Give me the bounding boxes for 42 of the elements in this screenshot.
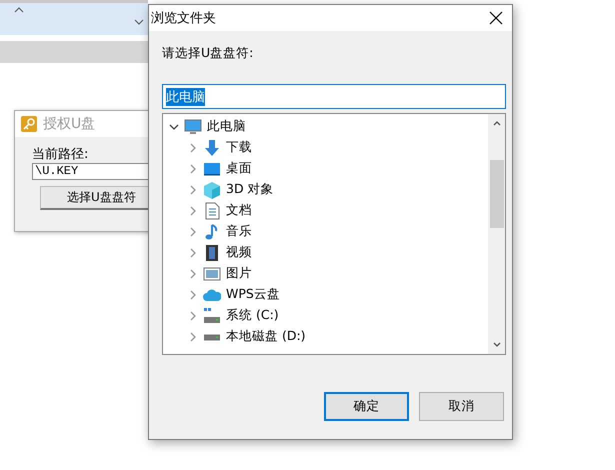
cancel-button[interactable]: 取消: [419, 392, 504, 421]
tree-item[interactable]: 视频: [226, 244, 252, 261]
tree-item[interactable]: 桌面: [226, 160, 252, 177]
chevron-right-icon[interactable]: [188, 142, 198, 152]
cube-icon: [203, 180, 221, 198]
tree-item[interactable]: 本地磁盘 (D:): [226, 328, 306, 345]
chevron-down-icon[interactable]: [134, 18, 144, 26]
tree-item[interactable]: 文档: [226, 202, 252, 219]
tree-item[interactable]: 图片: [226, 265, 252, 282]
folder-field[interactable]: 此电脑: [162, 84, 506, 109]
tree-item[interactable]: 系统 (C:): [226, 307, 279, 324]
ok-button[interactable]: 确定: [324, 392, 409, 421]
chevron-right-icon[interactable]: [188, 164, 198, 174]
down-arrow-icon: [203, 138, 221, 156]
chevron-right-icon[interactable]: [188, 332, 198, 342]
tree-item[interactable]: WPS云盘: [226, 286, 280, 303]
drive-icon: [203, 334, 221, 340]
monitor-icon: [184, 118, 202, 136]
dialog-title: 浏览文件夹: [151, 10, 216, 27]
chevron-right-icon[interactable]: [188, 310, 198, 320]
scrollbar[interactable]: [488, 114, 505, 354]
tree-item[interactable]: 此电脑: [207, 118, 246, 135]
picture-icon: [203, 264, 221, 282]
film-strip-icon: [203, 244, 221, 262]
chevron-right-icon[interactable]: [188, 268, 198, 278]
tree-item[interactable]: 下载: [226, 139, 252, 156]
chevron-right-icon[interactable]: [188, 248, 198, 258]
chevron-right-icon[interactable]: [188, 206, 198, 216]
document-icon: [203, 202, 221, 220]
path-label: 当前路径:: [32, 146, 88, 163]
drive-icon: [203, 306, 221, 324]
key-icon: [21, 116, 37, 132]
chevron-right-icon[interactable]: [188, 184, 198, 194]
chevron-up-icon[interactable]: [14, 6, 24, 14]
tree-item[interactable]: 3D 对象: [226, 181, 274, 198]
scrollbar-thumb[interactable]: [490, 160, 504, 228]
chevron-down-icon[interactable]: [169, 122, 179, 132]
tree-item[interactable]: 音乐: [226, 223, 252, 240]
chevron-right-icon[interactable]: [188, 290, 198, 300]
window-title: 授权U盘: [43, 115, 96, 133]
chevron-right-icon[interactable]: [188, 226, 198, 236]
prompt-text: 请选择U盘盘符:: [162, 45, 254, 62]
